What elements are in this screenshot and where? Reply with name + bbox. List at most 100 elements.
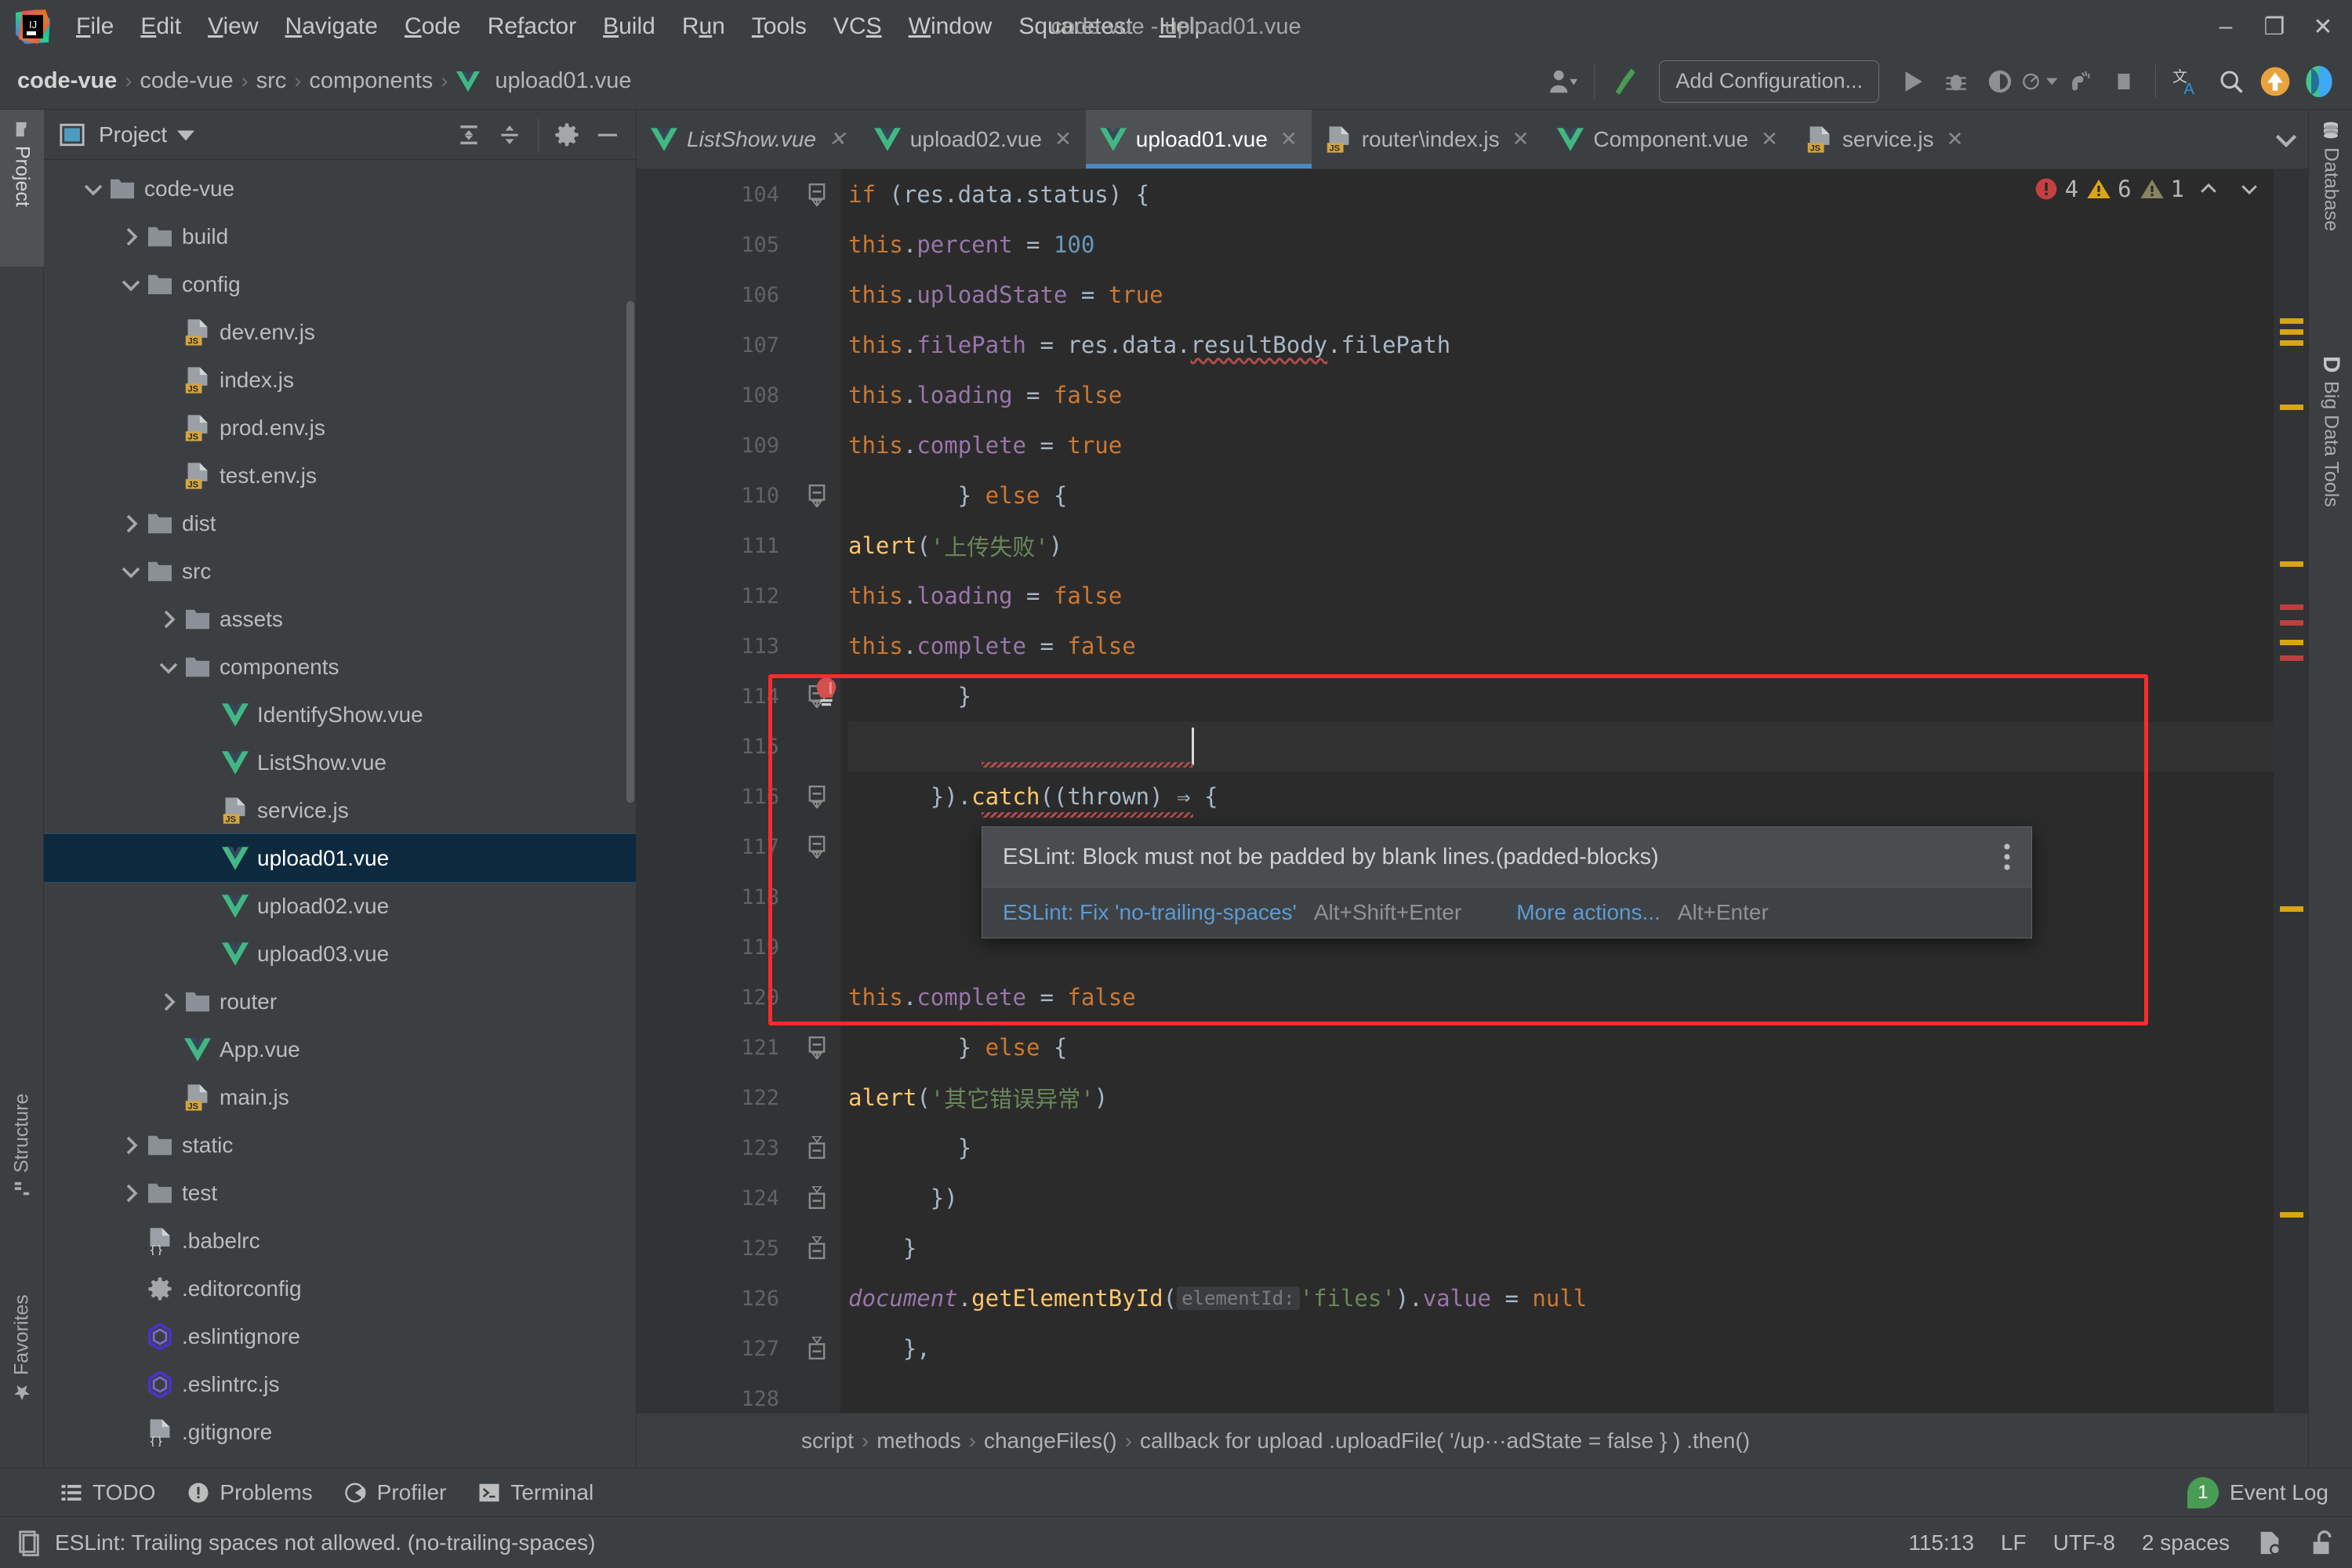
tree-item-config[interactable]: config — [44, 260, 636, 308]
code-line[interactable]: alert('上传失败') — [848, 521, 2274, 571]
menu-navigate[interactable]: Navigate — [272, 9, 391, 45]
menu-squaretest[interactable]: Squaretest — [1005, 9, 1145, 45]
code-editor[interactable]: 1041051061071081091101111121131141151161… — [637, 169, 2308, 1413]
code-line[interactable]: this.loading = false — [848, 370, 2274, 420]
code-line[interactable]: } — [848, 1223, 2274, 1273]
menu-file[interactable]: File — [63, 9, 127, 45]
code-text[interactable]: if (res.data.status) { this.percent = 10… — [840, 169, 2274, 1413]
editor-tab-upload01-vue[interactable]: upload01.vue✕ — [1086, 110, 1312, 169]
fold-toggle-icon[interactable] — [793, 1223, 840, 1273]
tool-button-todo[interactable]: TODO — [60, 1480, 155, 1505]
menu-window[interactable]: Window — [895, 9, 1006, 45]
editor-tab-component-vue[interactable]: Component.vue✕ — [1543, 110, 1791, 169]
fold-gutter[interactable] — [793, 169, 840, 1413]
run-icon[interactable] — [1890, 60, 1934, 103]
tree-item--eslintignore[interactable]: .eslintignore — [44, 1312, 636, 1360]
warning-count[interactable]: 6 — [2086, 176, 2131, 202]
chevron-down-icon[interactable] — [155, 658, 182, 677]
chevron-down-icon[interactable] — [167, 116, 205, 154]
close-tab-icon[interactable]: ✕ — [1512, 127, 1530, 151]
code-line[interactable]: this.loading = false — [848, 571, 2274, 621]
breadcrumb-item-file[interactable]: upload01.vue — [488, 65, 637, 97]
tool-window-button-project[interactable]: Project — [0, 110, 44, 267]
more-actions-button[interactable]: More actions... — [1516, 900, 1661, 925]
tree-item-build[interactable]: build — [44, 212, 636, 260]
chevron-right-icon[interactable] — [118, 1184, 144, 1203]
tree-item-static[interactable]: static — [44, 1121, 636, 1169]
fold-toggle-icon[interactable] — [793, 1173, 840, 1223]
profile-icon[interactable] — [2022, 60, 2058, 103]
error-count[interactable]: 4 — [2034, 176, 2078, 202]
close-tab-icon[interactable]: ✕ — [1280, 127, 1298, 151]
menu-vcs[interactable]: VCS — [820, 9, 895, 45]
update-project-icon[interactable] — [2253, 60, 2297, 103]
tree-item-identifyshow-vue[interactable]: IdentifyShow.vue — [44, 691, 636, 739]
breadcrumb-item-module[interactable]: code-vue — [133, 65, 239, 97]
breadcrumb-item-project[interactable]: code-vue — [11, 65, 123, 97]
add-configuration-button[interactable]: Add Configuration... — [1659, 60, 1879, 103]
chevron-down-icon[interactable] — [80, 180, 107, 198]
tree-item-assets[interactable]: assets — [44, 595, 636, 643]
close-tab-icon[interactable]: ✕ — [829, 127, 846, 151]
inspection-summary[interactable]: 4 6 1 — [2034, 176, 2266, 202]
menu-tools[interactable]: Tools — [739, 9, 820, 45]
code-line[interactable]: } — [848, 1123, 2274, 1173]
fold-toggle-icon[interactable] — [793, 169, 840, 220]
menu-view[interactable]: View — [194, 9, 271, 45]
stop-icon[interactable] — [2102, 60, 2146, 103]
tree-item-upload02-vue[interactable]: upload02.vue — [44, 882, 636, 930]
tree-item-upload01-vue[interactable]: upload01.vue — [44, 834, 636, 882]
build-hammer-icon[interactable] — [1604, 60, 1648, 103]
code-line[interactable]: } else { — [848, 1022, 2274, 1073]
tree-item-components[interactable]: components — [44, 643, 636, 691]
color-picker-icon[interactable] — [2297, 60, 2341, 103]
tree-item-router[interactable]: router — [44, 978, 636, 1025]
indent-setting[interactable]: 2 spaces — [2142, 1530, 2230, 1555]
breadcrumb-item-src[interactable]: src — [250, 65, 293, 97]
maximize-button[interactable]: ❐ — [2250, 6, 2299, 47]
file-encoding[interactable]: UTF-8 — [2053, 1530, 2115, 1555]
minimize-button[interactable]: – — [2201, 6, 2250, 47]
inspection-marker-strip[interactable] — [2274, 169, 2308, 1413]
close-button[interactable]: ✕ — [2299, 6, 2347, 47]
search-icon[interactable] — [2209, 60, 2253, 103]
editor-breadcrumb-item[interactable]: callback for upload .uploadFile( '/up···… — [1140, 1428, 1750, 1454]
menu-run[interactable]: Run — [669, 9, 739, 45]
tree-item-src[interactable]: src — [44, 547, 636, 595]
translate-icon[interactable]: 文A — [2165, 60, 2209, 103]
menu-edit[interactable]: Edit — [127, 9, 194, 45]
code-line[interactable]: document.getElementById(elementId: 'file… — [848, 1273, 2274, 1323]
tree-item-main-js[interactable]: JSmain.js — [44, 1073, 636, 1121]
menu-help[interactable]: Help — [1145, 9, 1221, 45]
tree-item-code-vue[interactable]: code-vue — [44, 165, 636, 212]
tree-item-test-env-js[interactable]: JStest.env.js — [44, 452, 636, 499]
chevron-right-icon[interactable] — [155, 993, 182, 1011]
file-settings-icon[interactable] — [2256, 1530, 2283, 1556]
hide-panel-icon[interactable] — [589, 116, 626, 154]
fold-toggle-icon[interactable] — [793, 822, 840, 872]
tree-item-service-js[interactable]: JSservice.js — [44, 786, 636, 834]
editor-breadcrumb[interactable]: script›methods›changeFiles()›callback fo… — [637, 1413, 2308, 1468]
line-separator[interactable]: LF — [2001, 1530, 2027, 1555]
tool-window-button-structure[interactable]: Structure — [0, 1044, 44, 1209]
fold-toggle-icon[interactable] — [793, 470, 840, 521]
chevron-right-icon[interactable] — [155, 610, 182, 629]
tool-button-problems[interactable]: Problems — [187, 1480, 312, 1505]
tree-item--eslintrc-js[interactable]: .eslintrc.js — [44, 1360, 636, 1408]
tree-item-test[interactable]: test — [44, 1169, 636, 1217]
tree-scrollbar[interactable] — [626, 301, 634, 803]
tree-item-upload03-vue[interactable]: upload03.vue — [44, 930, 636, 978]
tree-item-dist[interactable]: dist — [44, 499, 636, 547]
chevron-down-icon[interactable] — [118, 275, 144, 294]
tool-button-profiler[interactable]: Profiler — [344, 1480, 447, 1505]
tree-item-prod-env-js[interactable]: JSprod.env.js — [44, 404, 636, 452]
code-line[interactable]: this.percent = 100 — [848, 220, 2274, 270]
code-line[interactable]: this.filePath = res.data.resultBody.file… — [848, 320, 2274, 370]
close-tab-icon[interactable]: ✕ — [1054, 127, 1072, 151]
tree-item--babelrc[interactable]: {}.babelrc — [44, 1217, 636, 1265]
tree-item--editorconfig[interactable]: .editorconfig — [44, 1265, 636, 1312]
close-tab-icon[interactable]: ✕ — [1761, 127, 1778, 151]
tool-window-button-database[interactable]: Database — [2309, 110, 2352, 306]
debug-icon[interactable] — [1934, 60, 1978, 103]
expand-all-icon[interactable] — [450, 116, 488, 154]
